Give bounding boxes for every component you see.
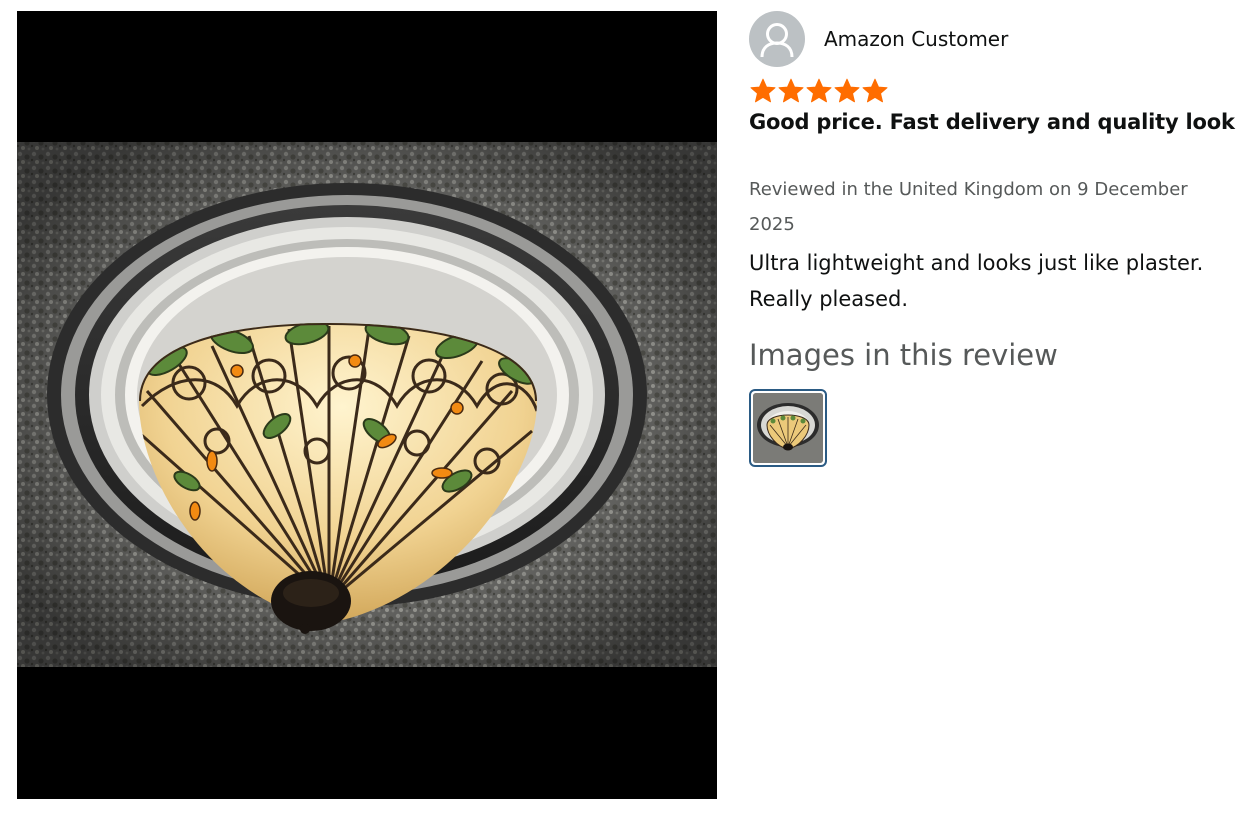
main-review-image <box>17 142 717 667</box>
review-image-viewer[interactable] <box>17 11 717 799</box>
star-icon <box>750 78 776 103</box>
thumbnail-image <box>753 393 823 463</box>
star-rating <box>749 77 1234 105</box>
star-icon <box>778 78 804 103</box>
review-text: Ultra lightweight and looks just like pl… <box>749 251 1204 311</box>
review-title: Good price. Fast delivery and quality lo… <box>749 110 1235 134</box>
reviewer-profile[interactable]: Amazon Customer <box>749 11 1234 67</box>
review-date-location: Reviewed in the United Kingdom on 9 Dece… <box>749 179 1188 235</box>
review-page: Amazon Customer Good price. Fast deliver… <box>0 0 1237 813</box>
person-icon <box>749 11 805 67</box>
review-image-thumbnail[interactable] <box>749 389 827 467</box>
review-details: Amazon Customer Good price. Fast deliver… <box>749 11 1235 467</box>
reviewer-name[interactable]: Amazon Customer <box>824 27 1008 51</box>
star-icon <box>806 78 832 103</box>
star-icon <box>834 78 860 103</box>
images-section-heading: Images in this review <box>749 338 1058 372</box>
star-icon <box>862 78 888 103</box>
